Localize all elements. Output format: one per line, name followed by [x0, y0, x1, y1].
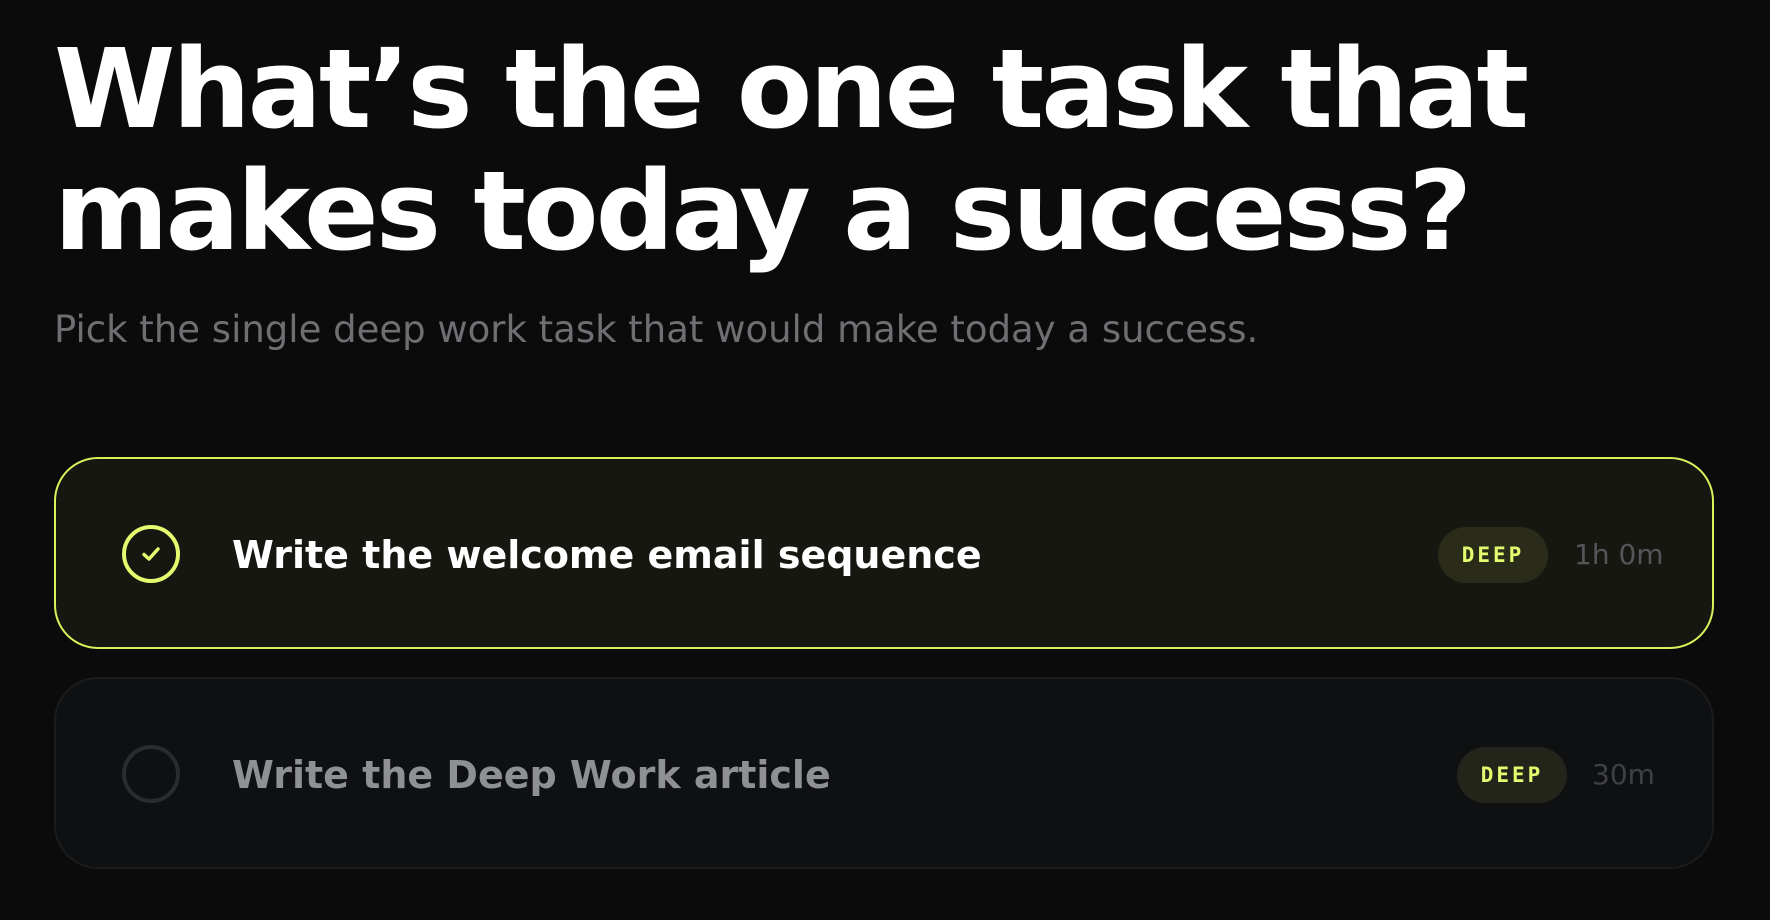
page-title: What’s the one task that makes today a s… — [54, 28, 1554, 272]
task-option-deep-work-article[interactable]: Write the Deep Work article DEEP 30m — [54, 677, 1714, 869]
deep-badge: DEEP — [1457, 747, 1567, 803]
page-title-line-1: What’s the one task that — [54, 25, 1529, 153]
check-mark-icon — [142, 547, 160, 561]
page-subtitle: Pick the single deep work task that woul… — [54, 308, 1259, 351]
page: What’s the one task that makes today a s… — [0, 0, 1770, 920]
task-title: Write the welcome email sequence — [232, 533, 982, 577]
empty-circle-icon[interactable] — [122, 745, 180, 803]
page-title-line-2: makes today a success? — [54, 147, 1472, 275]
task-duration: 30m — [1592, 758, 1655, 791]
task-option-welcome-email[interactable]: Write the welcome email sequence DEEP 1h… — [54, 457, 1714, 649]
check-circle-icon[interactable] — [122, 525, 180, 583]
task-duration: 1h 0m — [1574, 538, 1664, 571]
deep-badge: DEEP — [1438, 527, 1548, 583]
task-title: Write the Deep Work article — [232, 753, 831, 797]
